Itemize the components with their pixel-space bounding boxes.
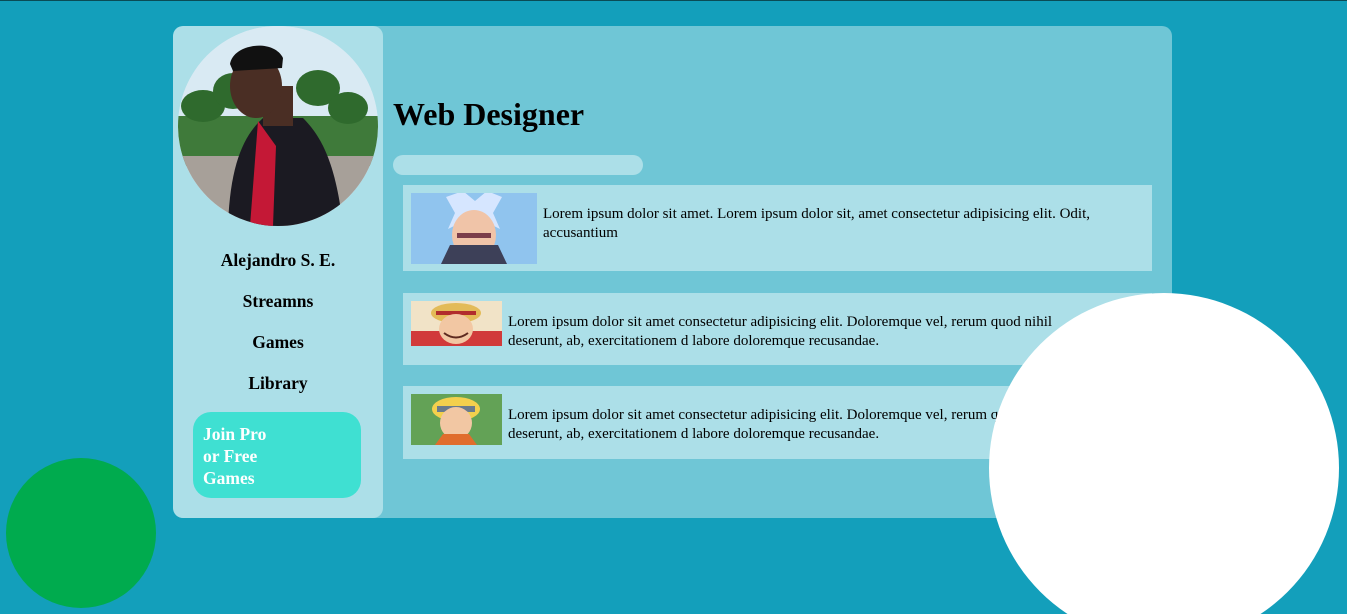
join-pro-label: Join Pro or Free Games xyxy=(203,423,293,489)
card-2-text: Lorem ipsum dolor sit amet consectetur a… xyxy=(508,314,1053,349)
decorative-green-circle xyxy=(6,458,156,608)
sidebar-item-streams[interactable]: Streamns xyxy=(173,287,383,328)
sidebar: Alejandro S. E. Streamns Games Library J… xyxy=(173,26,383,518)
join-pro-button[interactable]: Join Pro or Free Games xyxy=(193,412,361,498)
sidebar-nav: Alejandro S. E. Streamns Games Library xyxy=(173,246,383,410)
join-pro-line-2: or Free xyxy=(203,446,258,466)
page-title: Web Designer xyxy=(393,96,585,132)
avatar xyxy=(178,26,378,226)
top-border xyxy=(0,0,1347,1)
profile-name: Alejandro S. E. xyxy=(220,250,336,270)
avatar-photo xyxy=(178,26,378,226)
sidebar-item-library[interactable]: Library xyxy=(173,369,383,410)
decorative-white-circle xyxy=(989,293,1339,614)
join-pro-line-3: Games xyxy=(203,468,255,488)
sidebar-item-games[interactable]: Games xyxy=(173,328,383,369)
card-1-thumbnail xyxy=(411,193,537,264)
card-2-thumbnail xyxy=(411,301,502,346)
card-3-thumbnail xyxy=(411,394,502,445)
content-card-1[interactable]: Lorem ipsum dolor sit amet. Lorem ipsum … xyxy=(403,185,1152,271)
join-pro-line-1: Join Pro xyxy=(203,424,267,444)
progress-bar xyxy=(393,155,643,175)
card-1-text: Lorem ipsum dolor sit amet. Lorem ipsum … xyxy=(543,206,1090,241)
